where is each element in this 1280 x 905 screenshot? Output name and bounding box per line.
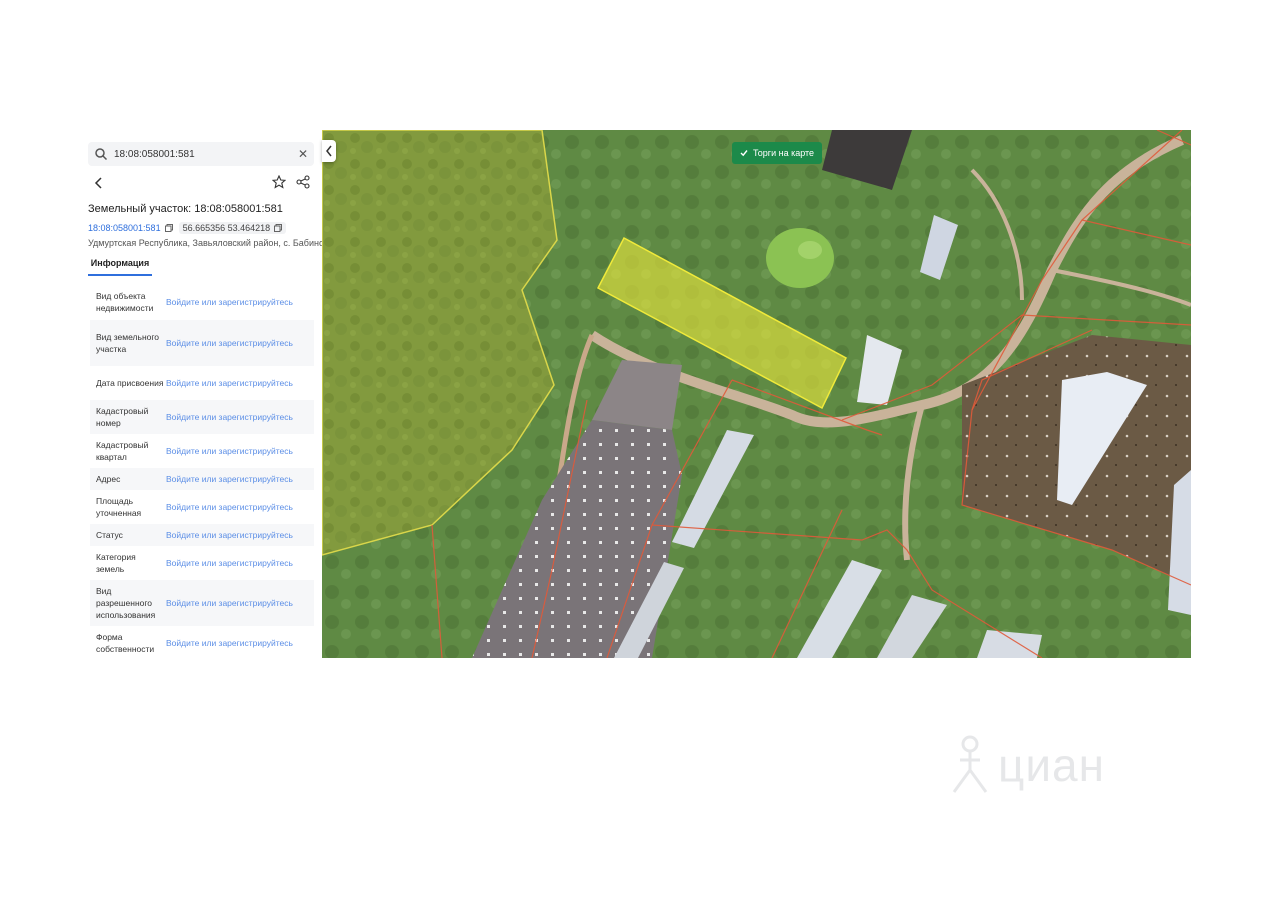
property-label: Вид объекта недвижимости [96,291,154,313]
copy-icon[interactable] [164,224,173,232]
login-link[interactable]: Войдите или зарегистрируйтесь [166,377,293,389]
login-link[interactable]: Войдите или зарегистрируйтесь [166,473,293,485]
property-label: Дата присвоения [96,378,164,388]
map-imagery [322,130,1191,658]
login-link[interactable]: Войдите или зарегистрируйтесь [166,296,293,308]
property-label: Кадастровый номер [96,406,149,428]
table-row: Статус Войдите или зарегистрируйтесь [90,524,314,546]
table-row: Вид земельного участка Войдите или зарег… [90,320,314,366]
property-label: Вид разрешенного использования [96,586,156,620]
properties-table: Вид объекта недвижимости Войдите или зар… [90,284,314,658]
copy-icon[interactable] [274,224,283,232]
login-link[interactable]: Войдите или зарегистрируйтесь [166,337,293,349]
checkmark-icon [740,150,748,157]
share-icon[interactable] [296,175,310,194]
table-row: Форма собственности Войдите или зарегист… [90,626,314,658]
star-icon[interactable] [271,174,287,194]
table-row: Категория земель Войдите или зарегистрир… [90,546,314,580]
search-input[interactable]: 18:08:058001:581 [114,149,298,160]
login-link[interactable]: Войдите или зарегистрируйтесь [166,445,293,457]
auctions-on-map-button[interactable]: Торги на карте [732,142,823,164]
chevron-left-icon[interactable] [94,176,104,193]
property-label: Адрес [96,474,121,484]
table-row: Дата присвоения Войдите или зарегистриру… [90,366,314,400]
property-label: Статус [96,530,123,540]
collapse-panel-button[interactable] [322,140,336,162]
close-icon[interactable]: ✕ [298,147,308,161]
property-label: Вид земельного участка [96,332,160,354]
parcel-address: Удмуртская Республика, Завьяловский райо… [88,238,322,248]
table-row: Кадастровый квартал Войдите или зарегист… [90,434,314,468]
property-label: Кадастровый квартал [96,440,149,462]
table-row: Адрес Войдите или зарегистрируйтесь [90,468,314,490]
info-panel: 18:08:058001:581 ✕ Земельный участок: 18… [86,130,322,658]
parcel-title: Земельный участок: 18:08:058001:581 [88,203,283,215]
login-link[interactable]: Войдите или зарегистрируйтесь [166,501,293,513]
table-row: Кадастровый номер Войдите или зарегистри… [90,400,314,434]
tab-information[interactable]: Информация [88,256,152,276]
search-icon [94,147,108,161]
property-label: Категория земель [96,552,136,574]
panel-toolbar [88,174,314,194]
table-row: Вид разрешенного использования Войдите и… [90,580,314,626]
search-bar[interactable]: 18:08:058001:581 ✕ [88,142,314,166]
watermark-text: циан [998,739,1106,791]
login-link[interactable]: Войдите или зарегистрируйтесь [166,597,293,609]
login-link[interactable]: Войдите или зарегистрируйтесь [166,557,293,569]
coordinates-chip[interactable]: 56.665356 53.464218 [178,222,287,234]
auctions-on-map-label: Торги на карте [753,148,815,158]
cian-watermark: циан [948,730,1148,800]
chevron-left-icon [326,145,332,157]
coordinates-text: 56.665356 53.464218 [182,223,271,233]
property-label: Площадь уточненная [96,496,142,518]
parcel-ids: 18:08:058001:581 56.665356 53.464218 [88,221,287,235]
satellite-map[interactable] [322,130,1191,658]
login-link[interactable]: Войдите или зарегистрируйтесь [166,637,293,649]
table-row: Вид объекта недвижимости Войдите или зар… [90,284,314,320]
login-link[interactable]: Войдите или зарегистрируйтесь [166,411,293,423]
cadastral-number-link[interactable]: 18:08:058001:581 [88,223,161,233]
login-link[interactable]: Войдите или зарегистрируйтесь [166,529,293,541]
property-label: Форма собственности [96,632,155,654]
table-row: Площадь уточненная Войдите или зарегистр… [90,490,314,524]
